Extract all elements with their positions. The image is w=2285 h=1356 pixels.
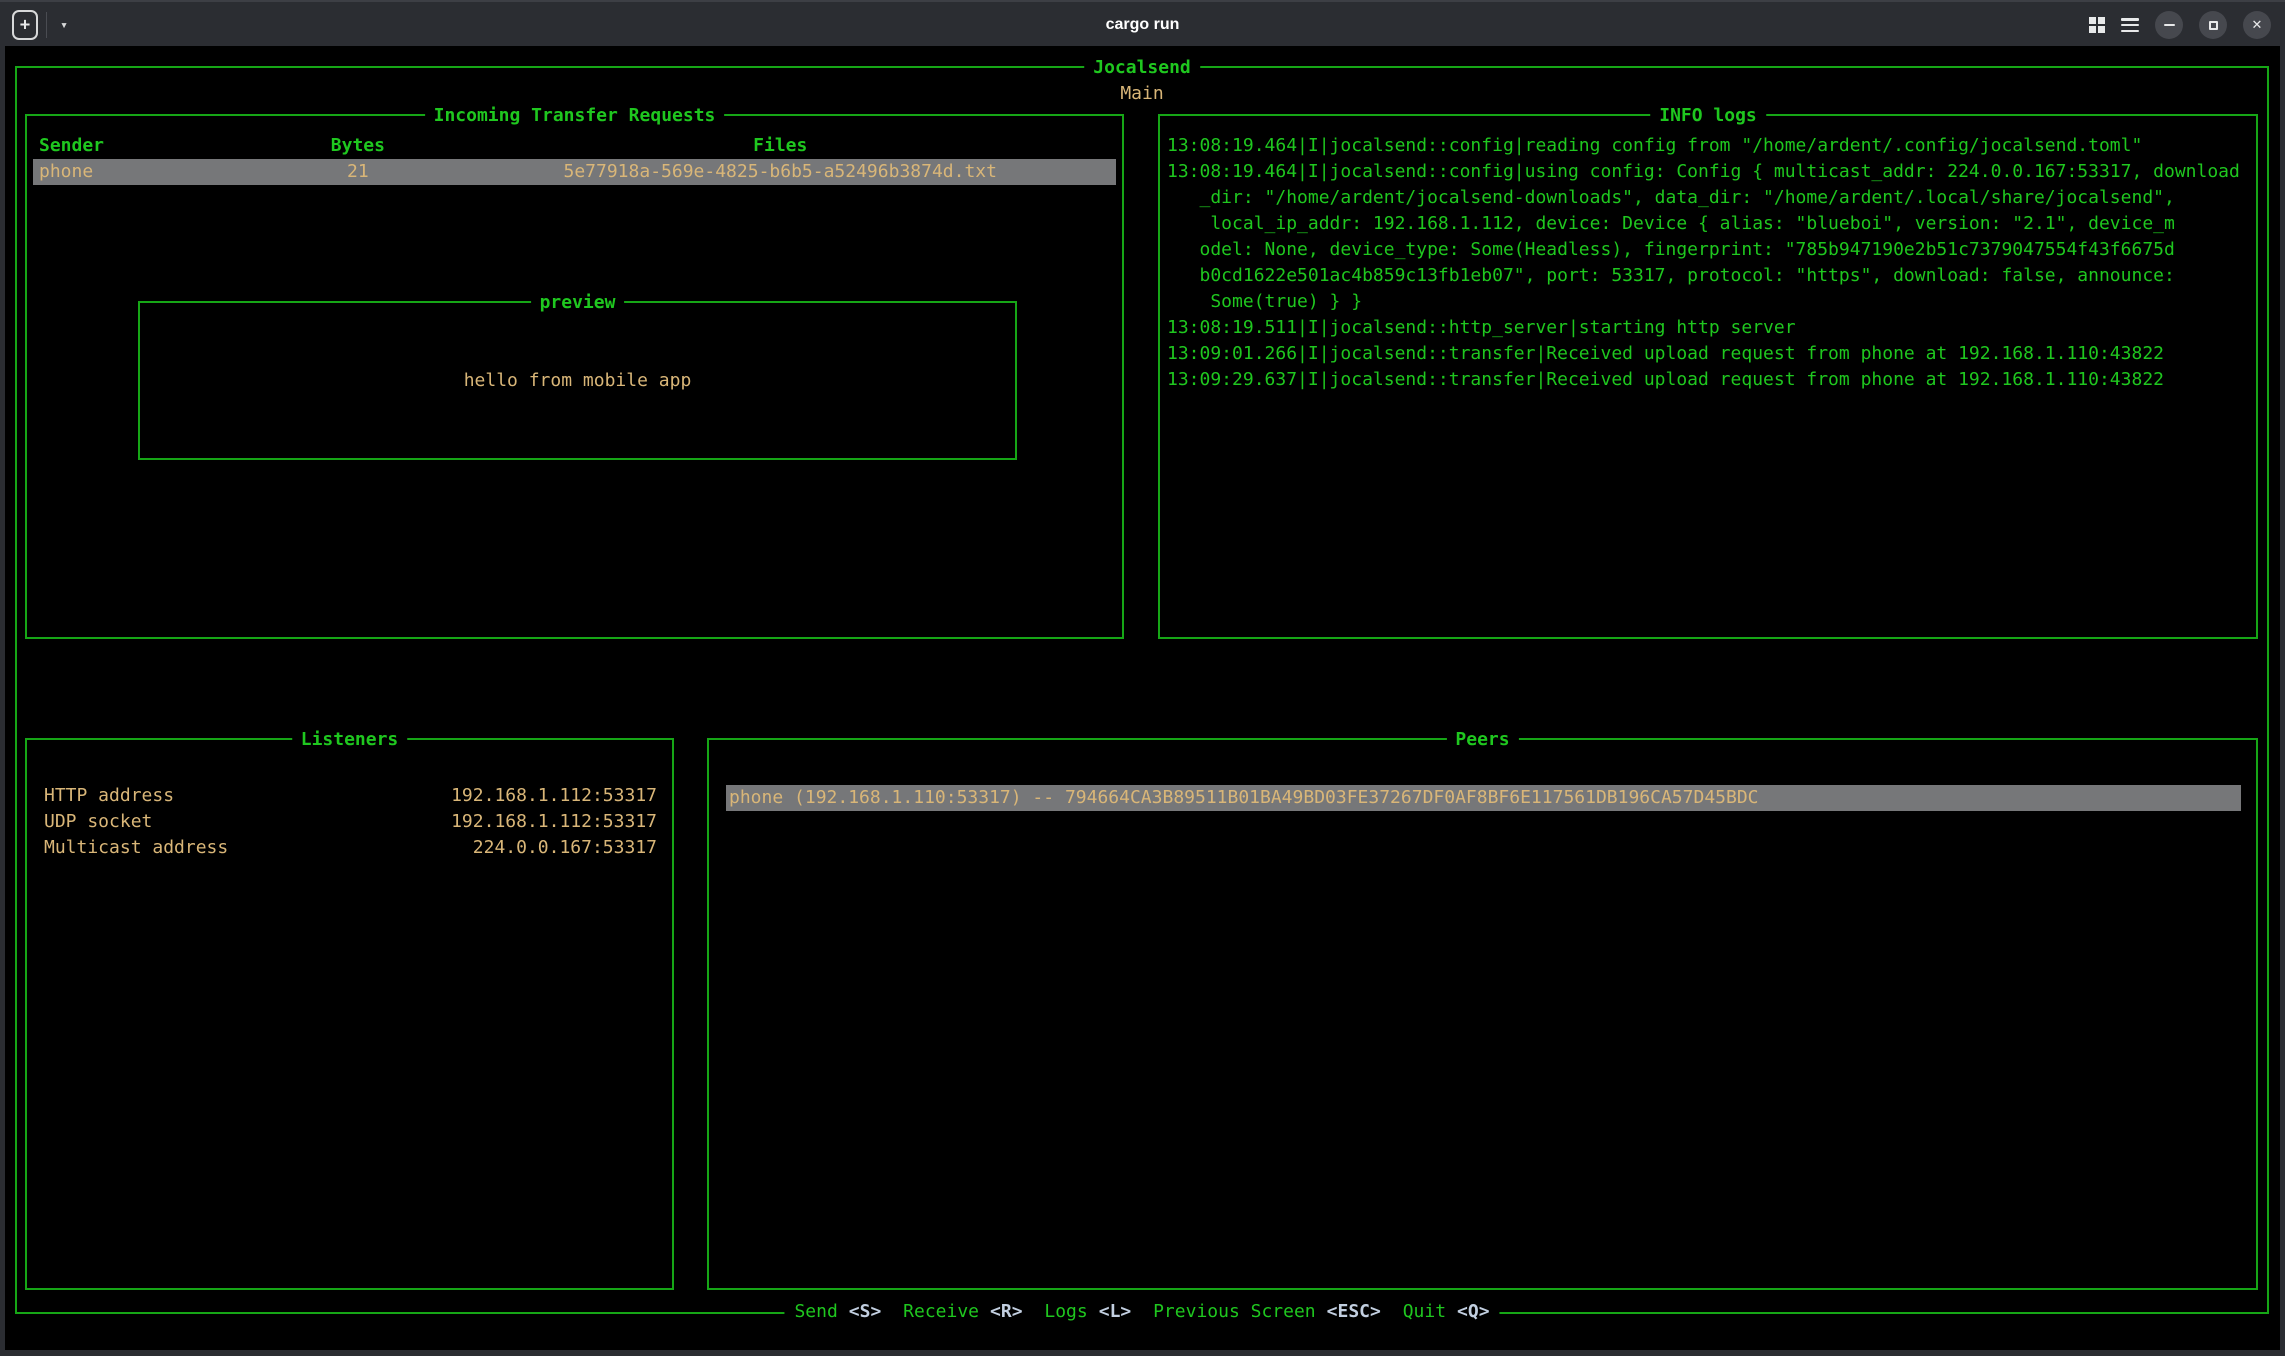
multicast-address-value: 224.0.0.167:53317 — [473, 835, 657, 861]
maximize-icon — [2209, 21, 2218, 30]
udp-socket-label: UDP socket — [44, 811, 152, 832]
terminal-content: Jocalsend Main Incoming Transfer Request… — [5, 46, 2280, 1350]
preview-title: preview — [531, 290, 625, 316]
log-line: 13:09:01.266|I|jocalsend::transfer|Recei… — [1167, 341, 2252, 367]
incoming-transfers-panel: Incoming Transfer Requests Sender Bytes … — [25, 114, 1124, 639]
column-sender: Sender — [33, 133, 271, 159]
log-line: b0cd1622e501ac4b859c13fb1eb07", port: 53… — [1167, 263, 2252, 289]
tab-overview-button[interactable] — [2089, 17, 2105, 33]
main-menu-button[interactable] — [2121, 18, 2139, 32]
incoming-table-header: Sender Bytes Files — [33, 133, 1116, 159]
maximize-button[interactable] — [2199, 11, 2227, 39]
keybar-quit[interactable]: Quit<Q> — [1403, 1301, 1490, 1322]
log-line: 13:08:19.464|I|jocalsend::config|reading… — [1167, 133, 2252, 159]
keybar-previous-screen[interactable]: Previous Screen<ESC> — [1153, 1301, 1381, 1322]
http-address-label: HTTP address — [44, 785, 174, 806]
log-line: 13:08:19.511|I|jocalsend::http_server|st… — [1167, 315, 2252, 341]
peers-panel: Peers phone (192.168.1.110:53317) -- 794… — [707, 738, 2258, 1290]
keybar-receive[interactable]: Receive<R> — [903, 1301, 1022, 1322]
titlebar: + ▾ cargo run ✕ — [0, 0, 2285, 46]
log-line: local_ip_addr: 192.168.1.112, device: De… — [1167, 211, 2252, 237]
column-bytes: Bytes — [271, 133, 444, 159]
preview-panel: preview hello from mobile app — [138, 301, 1017, 460]
log-line: _dir: "/home/ardent/jocalsend-downloads"… — [1167, 185, 2252, 211]
close-button[interactable]: ✕ — [2243, 11, 2271, 39]
preview-content: hello from mobile app — [140, 368, 1015, 394]
cell-sender: phone — [33, 159, 271, 185]
keybar-send[interactable]: Send<S> — [794, 1301, 881, 1322]
incoming-table-row-selected[interactable]: phone 21 5e77918a-569e-4825-b6b5-a52496b… — [33, 159, 1116, 185]
udp-socket-value: 192.168.1.112:53317 — [451, 809, 657, 835]
log-line: odel: None, device_type: Some(Headless),… — [1167, 237, 2252, 263]
keybar-logs[interactable]: Logs<L> — [1044, 1301, 1131, 1322]
log-line: 13:09:29.637|I|jocalsend::transfer|Recei… — [1167, 367, 2252, 393]
info-logs-panel: INFO logs 13:08:19.464|I|jocalsend::conf… — [1158, 114, 2258, 639]
hamburger-icon — [2121, 18, 2139, 32]
http-address-value: 192.168.1.112:53317 — [451, 783, 657, 809]
close-icon: ✕ — [2252, 19, 2263, 32]
log-lines: 13:08:19.464|I|jocalsend::config|reading… — [1167, 133, 2252, 393]
app-title: Jocalsend — [1084, 55, 1200, 81]
column-files: Files — [445, 133, 1116, 159]
listener-row-http: 192.168.1.112:53317 HTTP address — [44, 783, 657, 809]
window-title: cargo run — [0, 2, 2285, 48]
minimize-button[interactable] — [2155, 11, 2183, 39]
grid-icon — [2089, 17, 2105, 33]
cell-bytes: 21 — [271, 159, 444, 185]
log-line: 13:08:19.464|I|jocalsend::config|using c… — [1167, 159, 2252, 185]
listener-row-udp: 192.168.1.112:53317 UDP socket — [44, 809, 657, 835]
multicast-address-label: Multicast address — [44, 837, 228, 858]
keybinding-bar: Send<S> Receive<R> Logs<L> Previous Scre… — [784, 1299, 1499, 1325]
log-line: Some(true) } } — [1167, 289, 2252, 315]
app-root-panel: Jocalsend Main Incoming Transfer Request… — [15, 66, 2269, 1314]
listeners-panel: Listeners 192.168.1.112:53317 HTTP addre… — [25, 738, 674, 1290]
screen-name: Main — [17, 81, 2267, 107]
peer-row-selected[interactable]: phone (192.168.1.110:53317) -- 794664CA3… — [726, 785, 2241, 811]
cell-files: 5e77918a-569e-4825-b6b5-a52496b3874d.txt — [445, 159, 1116, 185]
minimize-icon — [2164, 24, 2175, 27]
listener-row-multicast: 224.0.0.167:53317 Multicast address — [44, 835, 657, 861]
terminal-window: + ▾ cargo run ✕ — [0, 0, 2285, 1356]
